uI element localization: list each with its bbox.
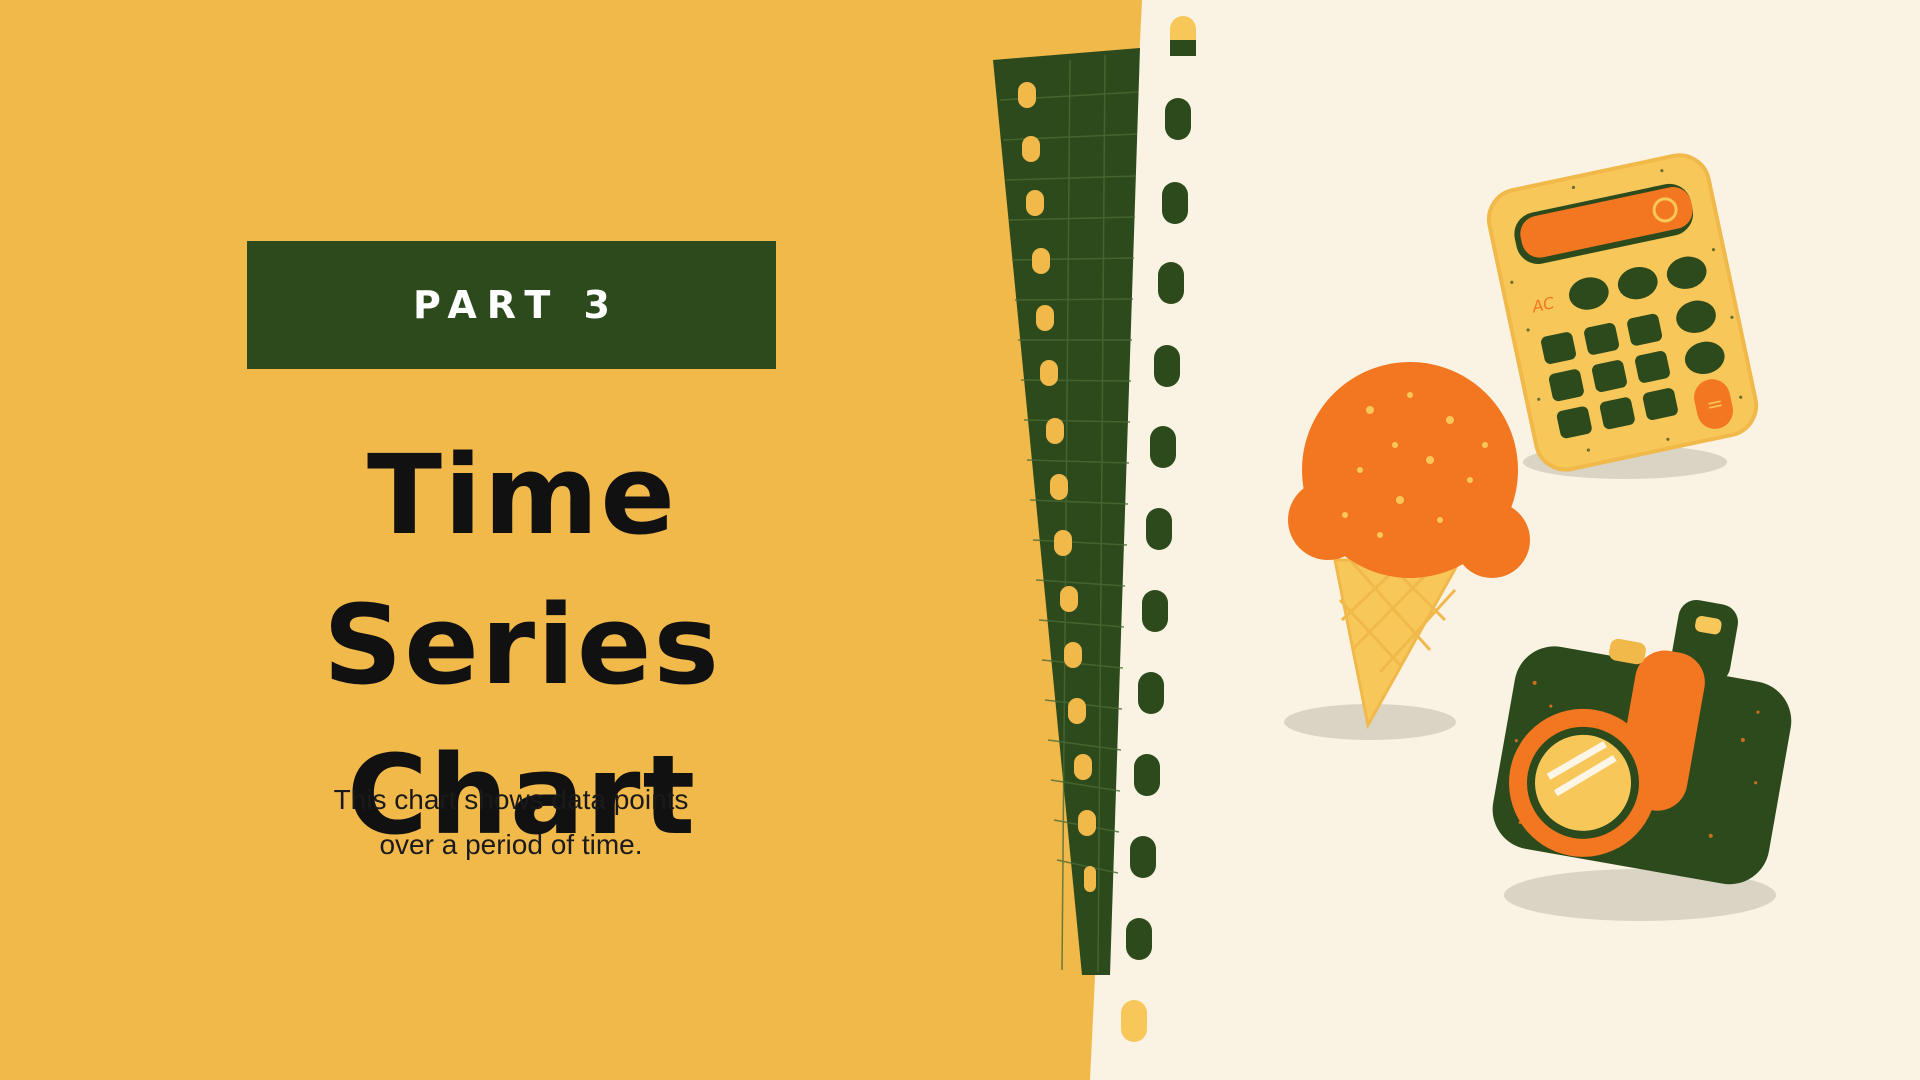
description: This chart shows data points over a peri… xyxy=(260,777,762,867)
slide: AC = PART 3 Time Series Chart This chart… xyxy=(0,0,1920,1080)
part-label: PART 3 xyxy=(413,283,620,327)
title-line-1: Time Series xyxy=(323,431,721,709)
title-panel: PART 3 Time Series Chart This chart show… xyxy=(0,0,1140,1080)
description-line-1: This chart shows data points xyxy=(333,784,689,815)
description-line-2: over a period of time. xyxy=(379,829,643,860)
part-badge: PART 3 xyxy=(247,241,776,369)
